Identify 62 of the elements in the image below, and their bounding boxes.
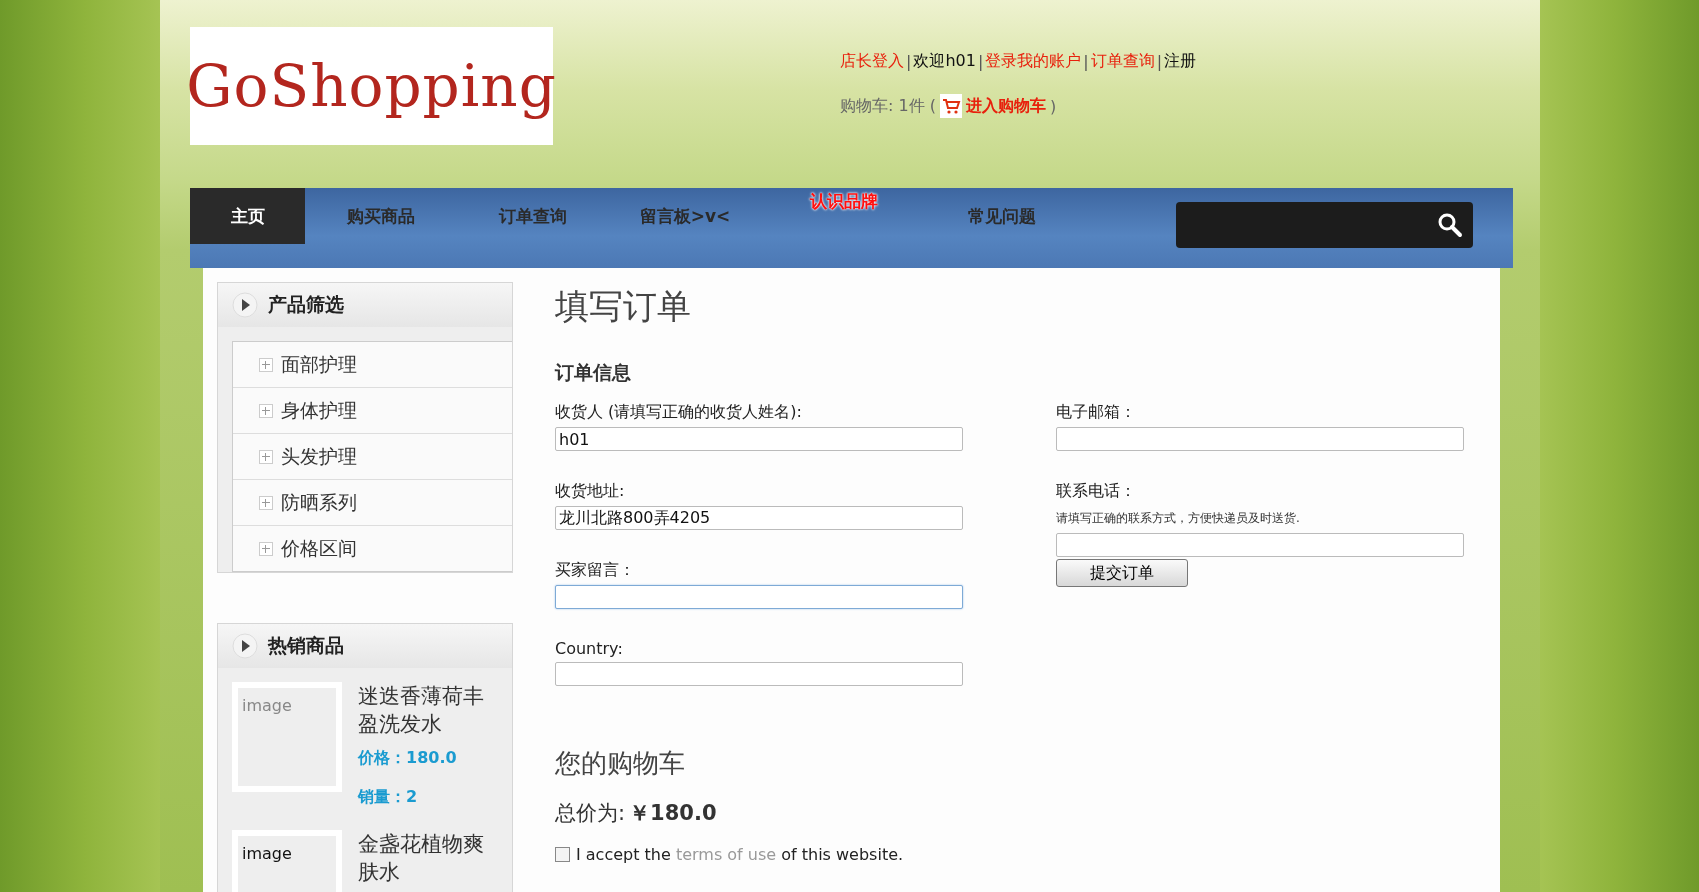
expand-icon[interactable] — [259, 495, 273, 510]
nav-tab[interactable]: 主页 — [190, 188, 305, 244]
total-price: ￥180.0 — [629, 800, 717, 827]
image-alt-text: image — [242, 696, 292, 715]
expand-icon[interactable] — [259, 357, 273, 372]
play-icon — [232, 292, 258, 318]
welcome-text: 注册 — [1164, 51, 1197, 72]
bracket-text: ) — [1050, 96, 1057, 116]
search-field[interactable] — [1176, 202, 1473, 248]
category-label: 防晒系列 — [281, 489, 357, 515]
field-label: 收货人 (请填写正确的收货人姓名): — [555, 402, 803, 423]
search-icon[interactable] — [1437, 212, 1463, 238]
terms-checkbox[interactable] — [555, 847, 570, 862]
cart-count: 购物车: 1件 ( — [840, 95, 936, 117]
category-item[interactable]: 头发护理 — [233, 434, 512, 480]
input-field[interactable] — [555, 662, 963, 686]
panel-title: 产品筛选 — [268, 292, 344, 317]
field-label: Country: — [555, 639, 624, 658]
expand-icon[interactable] — [259, 541, 273, 556]
header-link[interactable]: 登录我的账户 — [985, 51, 1082, 72]
submit-button[interactable]: 提交订单 — [1056, 559, 1188, 587]
input-field[interactable] — [555, 585, 963, 609]
image-alt-text: image — [242, 844, 292, 863]
cart-title: 您的购物车 — [555, 747, 686, 780]
input-field[interactable] — [1056, 533, 1464, 557]
section-title: 订单信息 — [555, 360, 632, 385]
logo[interactable]: GoShopping — [190, 27, 553, 145]
play-icon — [232, 633, 258, 659]
separator: | — [976, 52, 985, 71]
category-label: 价格区间 — [281, 535, 357, 561]
expand-icon[interactable] — [259, 449, 273, 464]
cart-icon[interactable] — [940, 94, 962, 118]
category-item[interactable]: 价格区间 — [233, 526, 512, 571]
header-link[interactable]: 店长登入 — [840, 51, 904, 72]
separator: | — [905, 52, 913, 71]
field-hint: 请填写正确的联系方式，方便快递员及时送货. — [1056, 510, 1301, 527]
separator: | — [1155, 52, 1164, 71]
product-price: 价格：180.0 — [358, 748, 458, 769]
input-field[interactable] — [1056, 427, 1464, 451]
total-label: 总价为: — [555, 800, 626, 827]
field-label: 买家留言： — [555, 560, 636, 581]
field-label: 联系电话： — [1056, 481, 1137, 502]
category-label: 身体护理 — [281, 397, 357, 423]
product-name[interactable]: 金盏花植物爽肤水 — [358, 830, 498, 886]
input-field[interactable]: 龙川北路800弄4205 — [555, 506, 963, 530]
panel-title: 热销商品 — [268, 633, 344, 658]
page-title: 填写订单 — [555, 285, 692, 328]
field-label: 收货地址: — [555, 481, 626, 502]
product-sales: 销量：2 — [358, 787, 419, 808]
category-label: 面部护理 — [281, 351, 357, 377]
expand-icon[interactable] — [259, 403, 273, 418]
field-label: 电子邮箱： — [1056, 402, 1137, 423]
category-item[interactable]: 身体护理 — [233, 388, 512, 434]
separator: | — [1082, 52, 1090, 71]
welcome-text: 欢迎h01 — [913, 51, 976, 72]
category-label: 头发护理 — [281, 443, 357, 469]
category-item[interactable]: 防晒系列 — [233, 480, 512, 526]
category-item[interactable]: 面部护理 — [233, 342, 512, 388]
terms-text: I accept the terms of use of this website. — [576, 845, 904, 864]
header-link[interactable]: 订单查询 — [1090, 51, 1155, 72]
input-field[interactable]: h01 — [555, 427, 963, 451]
product-name[interactable]: 迷迭香薄荷丰盈洗发水 — [358, 682, 498, 738]
